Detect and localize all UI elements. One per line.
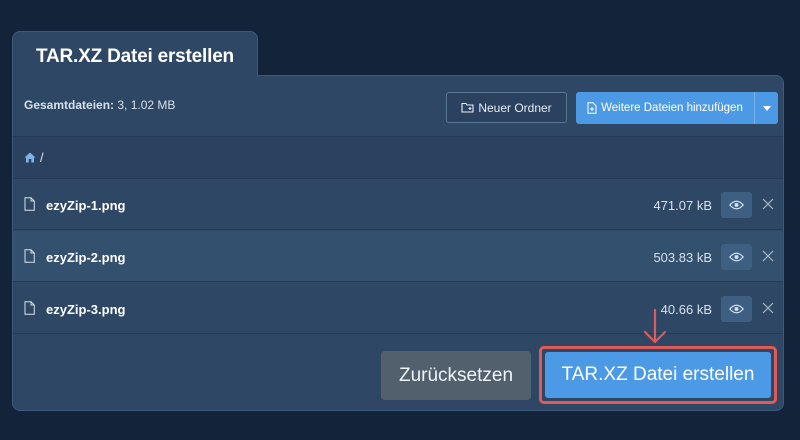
file-name: ezyZip-2.png: [46, 250, 126, 265]
file-icon: [24, 249, 35, 263]
add-files-label: Weitere Dateien hinzufügen: [601, 102, 743, 114]
file-size: 40.66 kB: [660, 302, 712, 317]
reset-button[interactable]: Zurücksetzen: [381, 351, 531, 400]
preview-button[interactable]: [721, 244, 752, 270]
remove-file-icon[interactable]: [762, 250, 774, 262]
folder-icon: [461, 102, 474, 113]
total-files: Gesamtdateien: 3, 1.02 MB: [24, 98, 175, 112]
tab-create-tar-xz[interactable]: TAR.XZ Datei erstellen: [12, 31, 258, 77]
create-archive-button[interactable]: TAR.XZ Datei erstellen: [545, 352, 771, 398]
reset-label: Zurücksetzen: [398, 364, 514, 386]
eye-icon: [729, 252, 744, 262]
preview-button[interactable]: [721, 296, 752, 322]
file-panel: Gesamtdateien: 3, 1.02 MB Neuer Ordner W…: [12, 75, 784, 411]
total-files-label: Gesamtdateien:: [24, 98, 115, 112]
file-row: ezyZip-1.png 471.07 kB: [13, 179, 783, 230]
add-files-button[interactable]: Weitere Dateien hinzufügen: [576, 92, 778, 124]
breadcrumb-separator: /: [40, 150, 44, 165]
file-name: ezyZip-1.png: [46, 198, 126, 213]
create-archive-label: TAR.XZ Datei erstellen: [561, 364, 755, 385]
file-row: ezyZip-2.png 503.83 kB: [13, 231, 783, 282]
file-size: 471.07 kB: [653, 198, 712, 213]
file-size: 503.83 kB: [653, 250, 712, 265]
add-files-main[interactable]: Weitere Dateien hinzufügen: [576, 92, 754, 124]
new-folder-label: Neuer Ordner: [478, 100, 552, 115]
remove-file-icon[interactable]: [762, 198, 774, 210]
arrow-down-icon: [643, 309, 667, 344]
caret-down-icon: [762, 105, 771, 111]
new-folder-button[interactable]: Neuer Ordner: [446, 92, 567, 123]
file-icon: [24, 301, 35, 315]
breadcrumb: /: [13, 137, 783, 179]
preview-button[interactable]: [721, 192, 752, 218]
tab-title: TAR.XZ Datei erstellen: [36, 46, 234, 67]
file-add-icon: [587, 102, 597, 114]
add-files-dropdown-toggle[interactable]: [754, 92, 778, 124]
eye-icon: [729, 200, 744, 210]
remove-file-icon[interactable]: [762, 302, 774, 314]
file-icon: [24, 197, 35, 211]
create-button-highlight: TAR.XZ Datei erstellen: [539, 346, 777, 404]
home-icon[interactable]: [24, 152, 36, 163]
action-footer: Zurücksetzen TAR.XZ Datei erstellen: [13, 335, 783, 410]
file-name: ezyZip-3.png: [46, 302, 126, 317]
toolbar: Gesamtdateien: 3, 1.02 MB Neuer Ordner W…: [13, 76, 783, 137]
total-files-value: 3, 1.02 MB: [117, 98, 176, 112]
eye-icon: [729, 304, 744, 314]
